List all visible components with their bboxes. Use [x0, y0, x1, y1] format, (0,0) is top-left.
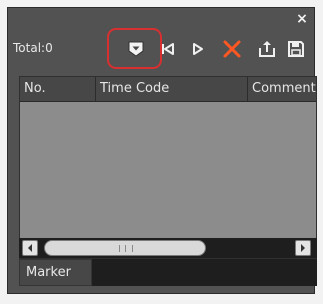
previous-marker-icon	[162, 43, 174, 55]
chevron-right-icon	[301, 244, 305, 252]
add-marker-button[interactable]	[125, 37, 147, 61]
save-button[interactable]	[285, 37, 307, 61]
export-button[interactable]	[255, 37, 279, 61]
add-marker-icon	[128, 41, 144, 57]
column-header-time-code[interactable]: Time Code	[95, 77, 246, 101]
close-button[interactable]: ×	[295, 10, 309, 28]
export-icon	[259, 41, 275, 57]
scroll-right-button[interactable]	[295, 240, 311, 256]
save-icon	[288, 41, 304, 57]
scroll-thumb[interactable]	[44, 240, 206, 256]
total-count-label: Total:0	[13, 41, 53, 55]
column-header-number[interactable]: No.	[20, 77, 94, 101]
horizontal-scrollbar[interactable]	[19, 238, 317, 258]
chevron-left-icon	[28, 244, 32, 252]
next-marker-icon	[193, 43, 203, 55]
next-marker-button[interactable]	[188, 37, 208, 61]
scroll-left-button[interactable]	[22, 240, 38, 256]
tab-marker[interactable]: Marker	[19, 259, 92, 286]
previous-marker-button[interactable]	[158, 37, 178, 61]
marker-table[interactable]: No. Time Code Comment	[19, 76, 317, 259]
column-header-comment[interactable]: Comment	[247, 77, 316, 101]
delete-marker-button[interactable]	[220, 37, 244, 61]
tab-strip: Marker	[19, 259, 317, 286]
grip-icon	[119, 245, 133, 252]
delete-marker-icon	[223, 40, 241, 58]
table-header: No. Time Code Comment	[20, 77, 316, 102]
